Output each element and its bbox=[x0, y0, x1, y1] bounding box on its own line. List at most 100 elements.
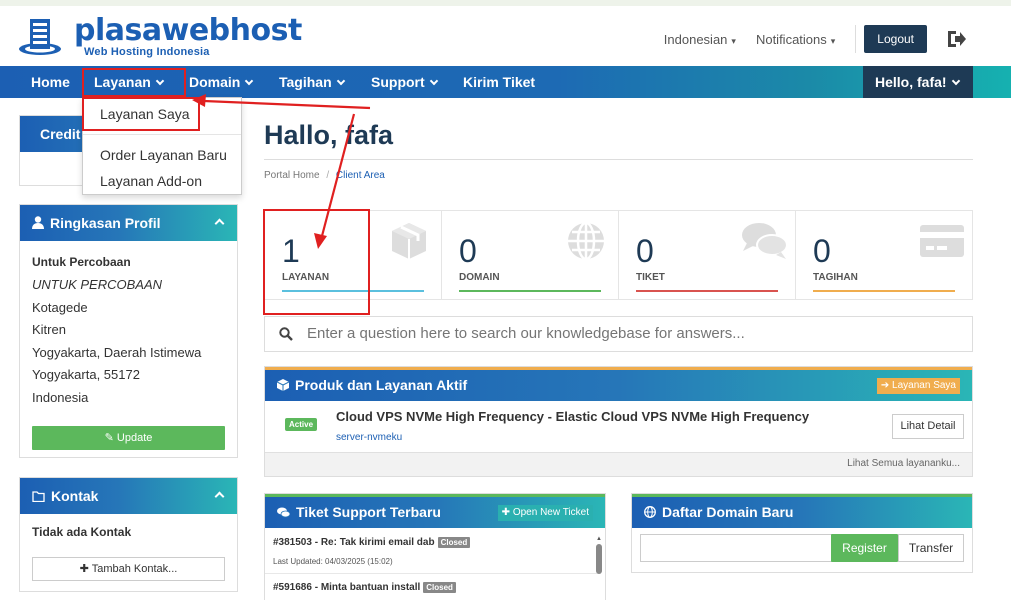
pencil-icon: ✎ bbox=[104, 432, 114, 444]
logo[interactable]: plasawebhost Web Hosting Indonesia bbox=[18, 16, 302, 58]
notifications-menu[interactable]: Notifications ▾ bbox=[756, 32, 835, 47]
stats-row: 1 LAYANAN 0 DOMAIN 0 TIKET 0 TAGIHAN bbox=[264, 210, 973, 300]
active-products-panel: Produk dan Layanan Aktif ➔ Layanan Saya … bbox=[264, 366, 973, 477]
menu-item-order-layanan-baru[interactable]: Order Layanan Baru bbox=[100, 147, 227, 163]
chevron-down-icon bbox=[245, 76, 254, 86]
kb-search-input[interactable] bbox=[307, 325, 947, 342]
folder-icon bbox=[32, 479, 45, 515]
open-new-ticket-button[interactable]: ✚ Open New Ticket bbox=[497, 505, 593, 521]
profile-country: Indonesia bbox=[32, 390, 89, 405]
view-details-button[interactable]: Lihat Detail bbox=[892, 414, 964, 439]
stat-tagihan[interactable]: 0 TAGIHAN bbox=[796, 211, 972, 299]
server-logo-icon bbox=[18, 16, 62, 56]
chevron-down-icon bbox=[429, 76, 438, 86]
site-header: plasawebhost Web Hosting Indonesia Indon… bbox=[0, 6, 1011, 66]
view-all-services-link[interactable]: Lihat Semua layananku... bbox=[265, 452, 972, 476]
arrow-right-icon: ➔ bbox=[880, 380, 890, 391]
cube-icon bbox=[387, 219, 431, 263]
active-products-title: Produk dan Layanan Aktif bbox=[295, 377, 468, 393]
profile-panel-header: Ringkasan Profil bbox=[20, 205, 237, 241]
stat-value: 0 bbox=[636, 233, 654, 269]
breadcrumb-current: Client Area bbox=[335, 170, 385, 181]
update-profile-button[interactable]: ✎ Update bbox=[32, 426, 225, 450]
ticket-row[interactable]: #591686 - Minta bantuan install Closed bbox=[273, 582, 456, 593]
stat-label: DOMAIN bbox=[459, 272, 500, 283]
recent-tickets-header: Tiket Support Terbaru ✚ Open New Ticket bbox=[265, 494, 605, 528]
profile-city-postcode: Yogyakarta, 55172 bbox=[32, 367, 140, 382]
annotation-box-layanan-nav bbox=[82, 68, 186, 97]
profile-address-2: Kitren bbox=[32, 322, 66, 337]
chevron-up-icon[interactable] bbox=[214, 491, 225, 502]
user-menu[interactable]: Hello, fafa! bbox=[863, 66, 973, 98]
register-domain-title: Daftar Domain Baru bbox=[662, 504, 794, 520]
register-domain-panel: Daftar Domain Baru Register Transfer bbox=[631, 493, 973, 573]
plus-icon: ✚ bbox=[79, 563, 89, 575]
contacts-panel-title: Kontak bbox=[51, 488, 99, 504]
annotation-box-layanan-saya bbox=[82, 97, 200, 131]
stat-domain[interactable]: 0 DOMAIN bbox=[442, 211, 619, 299]
nav-kirim-tiket[interactable]: Kirim Tiket bbox=[463, 66, 535, 98]
globe-icon bbox=[644, 498, 656, 529]
stat-label: TAGIHAN bbox=[813, 272, 858, 283]
product-name[interactable]: Cloud VPS NVMe High Frequency - Elastic … bbox=[336, 409, 809, 424]
stat-value: 0 bbox=[459, 233, 477, 269]
profile-city-region: Yogyakarta, Daerah Istimewa bbox=[32, 345, 202, 360]
annotation-box-layanan-stat bbox=[263, 209, 370, 315]
breadcrumb-home[interactable]: Portal Home bbox=[264, 170, 320, 181]
user-icon bbox=[32, 206, 44, 242]
comments-icon bbox=[741, 219, 788, 263]
stat-underline bbox=[636, 290, 778, 292]
chevron-up-icon[interactable] bbox=[214, 218, 225, 229]
cube-icon bbox=[276, 371, 290, 402]
nav-tagihan[interactable]: Tagihan bbox=[279, 66, 345, 98]
chevron-down-icon bbox=[951, 76, 960, 86]
stat-underline bbox=[459, 290, 601, 292]
language-selector[interactable]: Indonesian ▾ bbox=[664, 32, 736, 47]
menu-item-layanan-addon[interactable]: Layanan Add-on bbox=[100, 173, 202, 189]
register-button[interactable]: Register bbox=[831, 534, 898, 562]
breadcrumb: Portal Home / Client Area bbox=[264, 170, 385, 181]
header-divider bbox=[855, 25, 857, 53]
credit-card-icon bbox=[918, 219, 964, 263]
profile-name: Untuk Percobaan bbox=[32, 255, 131, 269]
ticket-row[interactable]: #381503 - Re: Tak kirimi email dab Closed bbox=[273, 537, 471, 548]
profile-panel: Ringkasan Profil Untuk Percobaan UNTUK P… bbox=[19, 204, 238, 458]
add-contact-button[interactable]: ✚ Tambah Kontak... bbox=[32, 557, 225, 581]
search-icon bbox=[279, 327, 293, 341]
chevron-down-icon bbox=[336, 76, 345, 86]
scrollbar-thumb[interactable] bbox=[596, 544, 602, 574]
title-divider bbox=[264, 159, 973, 160]
active-products-header: Produk dan Layanan Aktif ➔ Layanan Saya bbox=[265, 367, 972, 401]
nav-support[interactable]: Support bbox=[371, 66, 438, 98]
stat-label: TIKET bbox=[636, 272, 665, 283]
logo-name: plasawebhost bbox=[74, 13, 302, 48]
ticket-divider bbox=[265, 573, 597, 574]
recent-tickets-panel: Tiket Support Terbaru ✚ Open New Ticket … bbox=[264, 493, 606, 600]
transfer-button[interactable]: Transfer bbox=[898, 534, 964, 562]
no-contacts-text: Tidak ada Kontak bbox=[32, 525, 132, 539]
status-badge: Closed bbox=[437, 537, 471, 548]
ticket-scrollbar[interactable]: ▲ bbox=[595, 536, 603, 594]
domain-search-input[interactable] bbox=[640, 534, 832, 562]
ticket-last-updated: Last Updated: 04/03/2025 (15:02) bbox=[273, 557, 393, 566]
scroll-up-arrow[interactable]: ▲ bbox=[596, 536, 602, 542]
status-badge: Closed bbox=[423, 582, 456, 593]
stat-tiket[interactable]: 0 TIKET bbox=[619, 211, 796, 299]
my-services-button[interactable]: ➔ Layanan Saya bbox=[876, 378, 960, 394]
status-badge: Active bbox=[285, 418, 318, 431]
profile-address-1: Kotagede bbox=[32, 300, 88, 315]
profile-panel-title: Ringkasan Profil bbox=[50, 215, 161, 231]
profile-company: UNTUK PERCOBAAN bbox=[32, 277, 163, 292]
sign-out-icon[interactable] bbox=[945, 28, 967, 50]
product-domain[interactable]: server-nvmeku bbox=[336, 432, 402, 443]
nav-domain[interactable]: Domain bbox=[189, 66, 254, 98]
nav-home[interactable]: Home bbox=[31, 66, 70, 98]
comments-icon bbox=[277, 498, 291, 529]
contacts-panel-header: Kontak bbox=[20, 478, 237, 514]
register-domain-header: Daftar Domain Baru bbox=[632, 494, 972, 528]
stat-value: 0 bbox=[813, 233, 831, 269]
logout-button[interactable]: Logout bbox=[864, 25, 927, 53]
globe-icon bbox=[564, 219, 608, 263]
contacts-panel: Kontak Tidak ada Kontak ✚ Tambah Kontak.… bbox=[19, 477, 238, 592]
stat-underline bbox=[813, 290, 955, 292]
